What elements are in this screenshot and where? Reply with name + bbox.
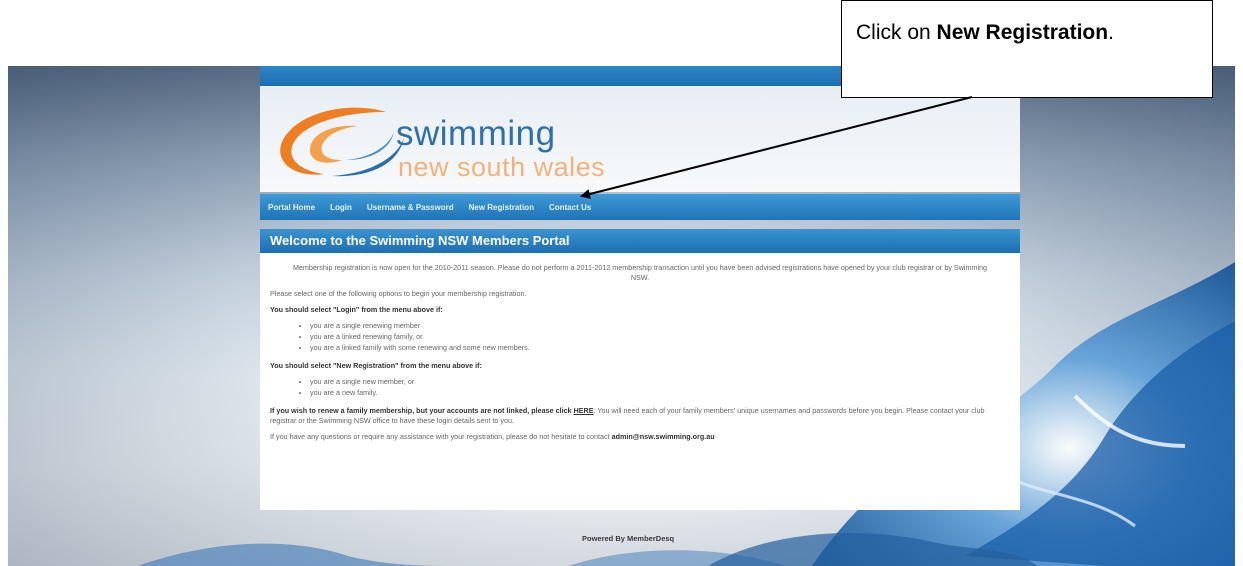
list-item: you are a linked renewing family, or: [310, 332, 1010, 342]
select-prompt: Please select one of the following optio…: [270, 289, 527, 298]
welcome-content: Membership registration is now open for …: [260, 253, 1020, 510]
callout-bold-text: New Registration: [936, 21, 1109, 44]
intro-text: Membership registration is now open for …: [292, 263, 988, 282]
powered-by-footer: Powered By MemberDesq: [582, 534, 675, 543]
family-renewal-text: If you wish to renew a family membership…: [270, 406, 1010, 426]
menu-username-password[interactable]: Username & Password: [367, 203, 454, 212]
menu-portal-home[interactable]: Portal Home: [268, 203, 315, 212]
help-text-body: If you have any questions or require any…: [270, 432, 612, 441]
family-renewal-bold: If you wish to renew a family membership…: [270, 406, 574, 415]
login-heading: You should select "Login" from the menu …: [270, 305, 443, 314]
new-registration-heading: You should select "New Registration" fro…: [270, 361, 482, 370]
welcome-title: Welcome to the Swimming NSW Members Port…: [260, 229, 1020, 253]
new-registration-list: you are a single new member, or you are …: [310, 377, 1010, 398]
callout-prefix: Click on: [856, 21, 937, 44]
list-item: you are a single new member, or: [310, 377, 1010, 387]
menu-login[interactable]: Login: [330, 203, 352, 212]
login-list: you are a single renewing member you are…: [310, 321, 1010, 353]
header-banner: swimming new south wales: [260, 86, 1020, 192]
portal-screenshot: swimming new south wales Portal Home Log…: [8, 66, 1235, 566]
list-item: you are a new family.: [310, 388, 1010, 398]
help-email: admin@nsw.swimming.org.au: [611, 432, 715, 441]
menu-contact-us[interactable]: Contact Us: [549, 203, 591, 212]
main-menu: Portal Home Login Username & Password Ne…: [260, 194, 1020, 220]
logo-text-nsw: new south wales: [398, 152, 606, 182]
help-text: If you have any questions or require any…: [270, 432, 1010, 442]
callout-suffix: .: [1108, 21, 1114, 44]
instruction-callout: Click on New Registration.: [841, 0, 1213, 98]
here-link[interactable]: HERE: [574, 406, 594, 415]
logo-text-swimming: swimming: [396, 114, 556, 153]
list-item: you are a single renewing member: [310, 321, 1010, 331]
list-item: you are a linked family with some renewi…: [310, 343, 1010, 353]
portal-page: swimming new south wales Portal Home Log…: [260, 66, 1020, 566]
menu-new-registration[interactable]: New Registration: [469, 203, 534, 212]
swimming-nsw-logo-icon: [280, 107, 404, 177]
